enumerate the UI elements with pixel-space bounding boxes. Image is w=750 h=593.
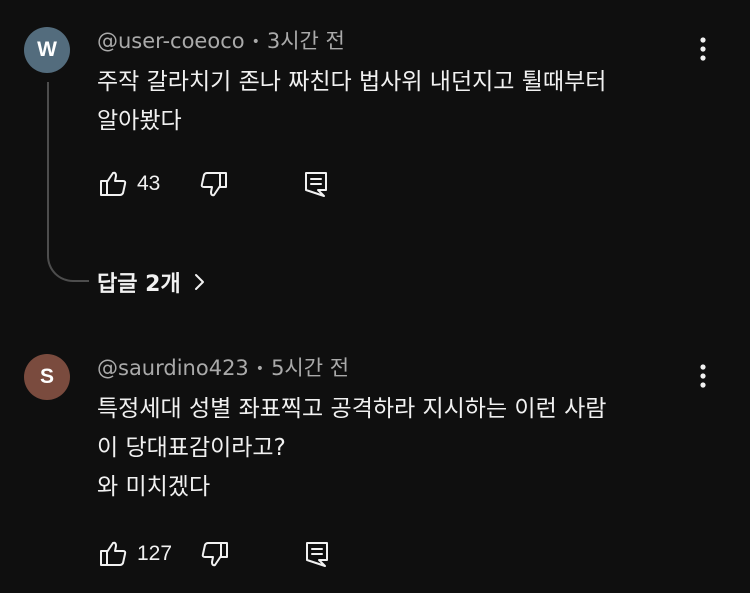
author-name[interactable]: @saurdino423 <box>97 356 249 380</box>
thumbs-down-icon <box>201 542 229 567</box>
comment-text-line: 특정세대 성별 좌표찍고 공격하라 지시하는 이런 사람 <box>97 396 607 422</box>
timestamp[interactable]: 3시간 전 <box>267 29 345 53</box>
reply-thread-line <box>47 82 89 282</box>
avatar-letter: S <box>39 365 54 388</box>
thumbs-up-icon <box>100 171 127 196</box>
comment-text-line: 주작 갈라치기 존나 짜친다 법사위 내던지고 튈때부터 <box>97 69 607 95</box>
comment-text: 주작 갈라치기 존나 짜친다 법사위 내던지고 튈때부터 알아봤다 <box>97 63 697 141</box>
comment-reply-icon <box>306 542 329 567</box>
more-vertical-icon <box>700 37 706 61</box>
replies-label: 답글 2개 <box>97 272 181 297</box>
comment-text-line: 이 당대표감이라고? <box>97 435 286 461</box>
comment-text-line: 와 미치겠다 <box>97 474 211 500</box>
comment-actions: 43 <box>97 167 332 201</box>
reply-button[interactable] <box>301 538 333 570</box>
meta-separator: • <box>255 361 265 377</box>
comment-meta: @user-coeoco • 3시간 전 <box>97 31 345 52</box>
avatar-letter: W <box>37 38 57 61</box>
meta-separator: • <box>251 34 260 50</box>
like-count: 43 <box>137 172 161 195</box>
dislike-button[interactable] <box>198 168 230 200</box>
thumbs-down-icon <box>201 172 228 197</box>
like-button[interactable] <box>97 168 129 200</box>
thumbs-up-icon <box>100 541 127 566</box>
avatar[interactable]: S <box>24 354 70 400</box>
dislike-button[interactable] <box>199 538 231 570</box>
comment-meta: @saurdino423 • 5시간 전 <box>97 358 349 379</box>
comment-actions: 127 <box>97 537 333 571</box>
chevron-right-icon <box>193 272 205 292</box>
reply-button[interactable] <box>300 168 332 200</box>
comment-text-line: 알아봤다 <box>97 108 182 134</box>
comment-text: 특정세대 성별 좌표찍고 공격하라 지시하는 이런 사람 이 당대표감이라고? … <box>97 390 697 507</box>
more-vertical-icon <box>700 364 706 388</box>
comment-reply-icon <box>305 172 328 197</box>
more-options-button[interactable] <box>690 361 716 391</box>
like-button[interactable] <box>97 538 129 570</box>
timestamp[interactable]: 5시간 전 <box>271 356 349 380</box>
like-count: 127 <box>137 542 173 565</box>
avatar[interactable]: W <box>24 27 70 73</box>
view-replies-button[interactable]: 답글 2개 <box>97 266 205 298</box>
more-options-button[interactable] <box>690 34 716 64</box>
author-name[interactable]: @user-coeoco <box>97 29 245 53</box>
